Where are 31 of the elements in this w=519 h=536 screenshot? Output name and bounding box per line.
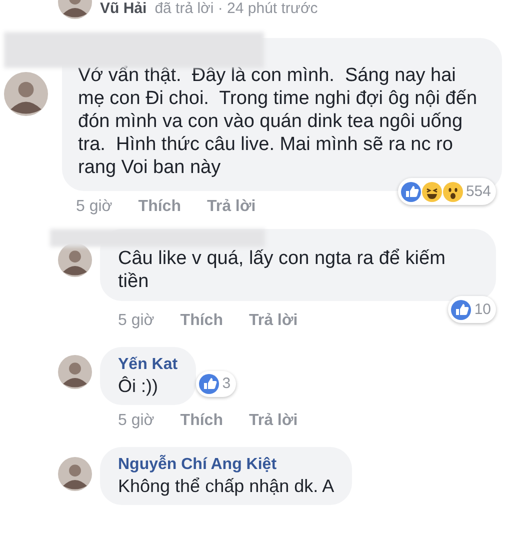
like-link[interactable]: Thích [138,195,181,219]
comment-text: Ôi :)) [118,375,159,397]
like-link[interactable]: Thích [180,309,223,333]
reply-link[interactable]: Trả lời [248,409,298,433]
reaction-count: 10 [473,300,492,320]
reaction-badge[interactable]: 10 [448,296,496,323]
reply-link[interactable]: Trả lời [248,309,298,333]
commenter-name[interactable]: Yến Kat [118,355,178,375]
comment-text: Câu like v quá, lấy con ngta ra để kiếm tiền [118,247,446,293]
timestamp: 5 giờ [76,197,112,217]
avatar-icon[interactable] [4,72,48,116]
reply-notice: đã trả lời · 24 phút trước [154,0,318,19]
reaction-badge[interactable]: 3 [196,371,236,397]
reaction-count: 554 [464,182,492,202]
reply-link[interactable]: Trả lời [206,195,256,219]
reaction-count: 3 [221,374,232,394]
reaction-badge[interactable]: 554 [398,178,496,205]
surprised-face-icon [442,182,463,202]
like-icon [199,374,220,394]
like-icon [400,182,421,202]
timestamp: 5 giờ [118,311,154,331]
commenter-name[interactable]: Nguyễn Chí Ang Kiệt [118,455,334,475]
comment-text: Không thể chấp nhận dk. A [118,475,334,497]
like-link[interactable]: Thích [180,409,223,433]
avatar-icon[interactable] [58,457,92,491]
timestamp: 5 giờ [118,411,154,431]
comment-text: Vớ vẩn thật. Đây là con mình. Sáng nay hai mẹ con Đi choi. Trong time nghi đợi ôg nội đến đón mình va con vào quán dink tea ngôi uống tra. Hình thức câu live. Mai mình sẽ ra nc ro rang Voi ban này [78,64,478,179]
commenter-name[interactable]: Vũ Hải [100,0,147,20]
laughing-face-icon [422,182,442,202]
like-icon [451,300,472,320]
avatar-icon[interactable] [58,355,92,389]
